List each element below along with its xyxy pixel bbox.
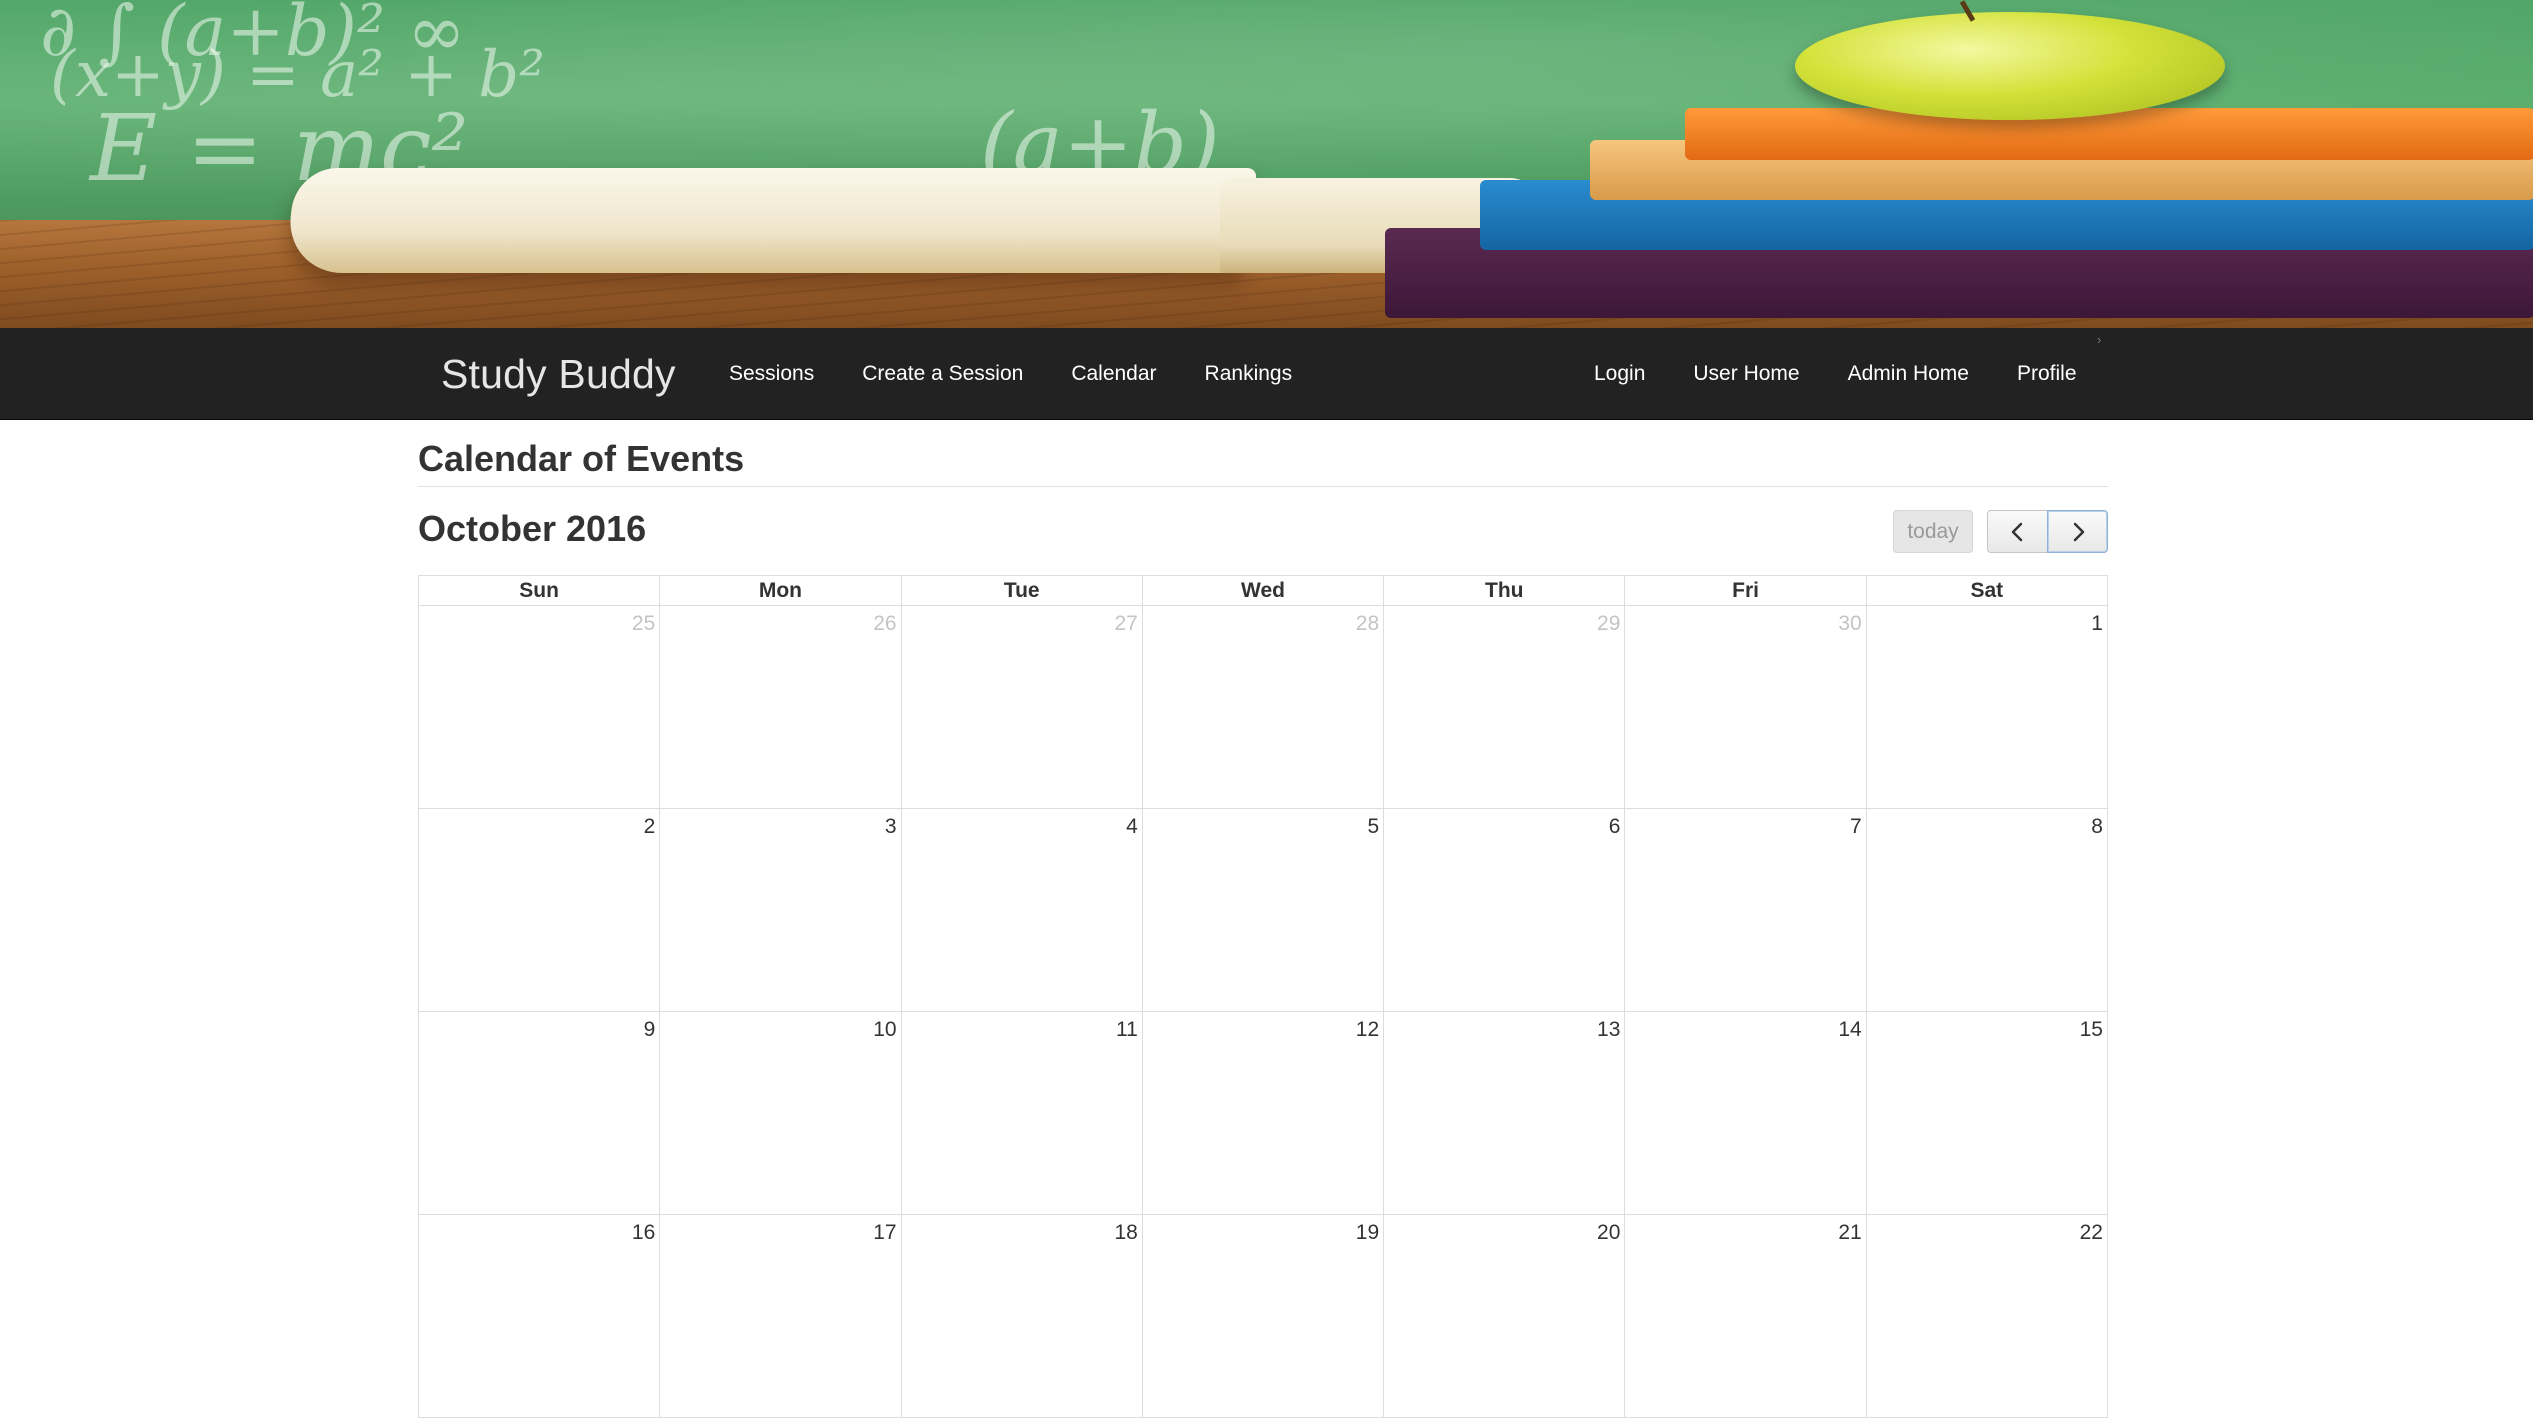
day-number[interactable]: 13	[1597, 1018, 1620, 1042]
next-month-button[interactable]	[2047, 510, 2108, 553]
day-number[interactable]: 17	[873, 1221, 896, 1245]
calendar-day-cell[interactable]: 28	[1143, 606, 1385, 808]
calendar-week-row: 25 26 27 28 29 30 1	[419, 606, 2107, 809]
day-number[interactable]: 2	[644, 815, 656, 839]
day-number[interactable]: 16	[632, 1221, 655, 1245]
header-banner-image: ∂ ∫ (a+b)² ∞ (x+y) = a² + b² E = mc² (a+…	[0, 0, 2533, 328]
calendar-day-cell[interactable]: 6	[1384, 809, 1626, 1011]
day-number[interactable]: 9	[644, 1018, 656, 1042]
day-number[interactable]: 15	[2080, 1018, 2103, 1042]
nav-login[interactable]: Login	[1570, 328, 1669, 420]
calendar-day-cell[interactable]: 20	[1384, 1215, 1626, 1417]
calendar-month-title: October 2016	[418, 508, 647, 549]
calendar-day-cell[interactable]: 19	[1143, 1215, 1385, 1417]
chevron-left-icon	[2010, 522, 2026, 542]
nav-profile[interactable]: Profile	[1993, 328, 2101, 420]
calendar-day-cell[interactable]: 5	[1143, 809, 1385, 1011]
calendar-day-cell[interactable]: 7	[1625, 809, 1867, 1011]
day-number[interactable]: 3	[885, 815, 897, 839]
prev-month-button[interactable]	[1987, 510, 2048, 553]
today-button[interactable]: today	[1893, 510, 1973, 553]
day-number[interactable]: 19	[1356, 1221, 1379, 1245]
calendar-week-row: 2 3 4 5 6 7 8	[419, 809, 2107, 1012]
day-number[interactable]: 14	[1838, 1018, 1861, 1042]
weekday-header: Tue	[902, 576, 1143, 605]
calendar-day-cell[interactable]: 18	[902, 1215, 1143, 1417]
calendar-day-cell[interactable]: 4	[902, 809, 1143, 1011]
calendar-week-row: 9 10 11 12 13 14 15	[419, 1012, 2107, 1215]
calendar-day-cell[interactable]: 30	[1625, 606, 1867, 808]
calendar-day-cell[interactable]: 22	[1867, 1215, 2107, 1417]
calendar-day-cell[interactable]: 9	[419, 1012, 661, 1214]
day-number[interactable]: 5	[1367, 815, 1379, 839]
calendar-day-cell[interactable]: 21	[1625, 1215, 1867, 1417]
open-book	[282, 168, 1258, 273]
day-number[interactable]: 11	[1116, 1018, 1138, 1042]
weekday-header-row: Sun Mon Tue Wed Thu Fri Sat	[419, 576, 2107, 606]
calendar-day-cell[interactable]: 10	[660, 1012, 902, 1214]
caret-icon: ›	[2097, 332, 2102, 347]
calendar-day-cell[interactable]: 14	[1625, 1012, 1867, 1214]
calendar-week-row: 16 17 18 19 20 21 22	[419, 1215, 2107, 1418]
day-number[interactable]: 20	[1597, 1221, 1620, 1245]
day-number[interactable]: 7	[1850, 815, 1862, 839]
weekday-header: Mon	[660, 576, 902, 605]
day-number[interactable]: 26	[873, 612, 896, 636]
day-number[interactable]: 1	[2091, 612, 2103, 636]
nav-left: Sessions Create a Session Calendar Ranki…	[705, 328, 1316, 420]
calendar-day-cell[interactable]: 3	[660, 809, 902, 1011]
day-number[interactable]: 30	[1838, 612, 1861, 636]
day-number[interactable]: 25	[632, 612, 655, 636]
day-number[interactable]: 4	[1126, 815, 1138, 839]
weekday-header: Wed	[1143, 576, 1385, 605]
chevron-right-icon	[2070, 522, 2086, 542]
calendar-day-cell[interactable]: 17	[660, 1215, 902, 1417]
nav-right: Login User Home Admin Home Profile	[1570, 328, 2101, 420]
calendar-day-cell[interactable]: 1	[1867, 606, 2107, 808]
calendar-day-cell[interactable]: 12	[1143, 1012, 1385, 1214]
nav-admin-home[interactable]: Admin Home	[1824, 328, 1993, 420]
day-number[interactable]: 22	[2080, 1221, 2103, 1245]
day-number[interactable]: 10	[873, 1018, 896, 1042]
day-number[interactable]: 18	[1114, 1221, 1137, 1245]
month-calendar: Sun Mon Tue Wed Thu Fri Sat 25 26 27 28 29 30…	[418, 575, 2108, 1418]
calendar-day-cell[interactable]: 2	[419, 809, 661, 1011]
page-title: Calendar of Events	[418, 438, 745, 479]
day-number[interactable]: 27	[1114, 612, 1137, 636]
apple	[1795, 12, 2225, 120]
nav-user-home[interactable]: User Home	[1669, 328, 1823, 420]
calendar-day-cell[interactable]: 15	[1867, 1012, 2107, 1214]
calendar-day-cell[interactable]: 16	[419, 1215, 661, 1417]
day-number[interactable]: 28	[1356, 612, 1379, 636]
calendar-day-cell[interactable]: 29	[1384, 606, 1626, 808]
nav-create-session[interactable]: Create a Session	[838, 328, 1047, 420]
day-number[interactable]: 21	[1838, 1221, 1861, 1245]
divider	[418, 486, 2108, 487]
weekday-header: Fri	[1625, 576, 1867, 605]
calendar-day-cell[interactable]: 25	[419, 606, 661, 808]
brand-link[interactable]: Study Buddy	[441, 328, 676, 420]
calendar-day-cell[interactable]: 26	[660, 606, 902, 808]
day-number[interactable]: 12	[1356, 1018, 1379, 1042]
weekday-header: Sat	[1970, 579, 2004, 602]
calendar-day-cell[interactable]: 11	[902, 1012, 1143, 1214]
weekday-header: Thu	[1384, 576, 1626, 605]
calendar-day-cell[interactable]: 27	[902, 606, 1143, 808]
calendar-day-cell[interactable]: 8	[1867, 809, 2107, 1011]
day-number[interactable]: 29	[1597, 612, 1620, 636]
weekday-header: Sun	[419, 576, 661, 605]
day-number[interactable]: 8	[2091, 815, 2103, 839]
day-number[interactable]: 6	[1609, 815, 1621, 839]
nav-calendar[interactable]: Calendar	[1047, 328, 1180, 420]
calendar-weeks: 25 26 27 28 29 30 1 2 3 4 5 6 7 8 9 10 11 12 13 14 15 16 17 18 1…	[419, 606, 2107, 1418]
nav-rankings[interactable]: Rankings	[1181, 328, 1317, 420]
nav-sessions[interactable]: Sessions	[705, 328, 838, 420]
book-orange	[1685, 108, 2533, 160]
calendar-day-cell[interactable]: 13	[1384, 1012, 1626, 1214]
navbar: Study Buddy Sessions Create a Session Ca…	[0, 328, 2533, 420]
